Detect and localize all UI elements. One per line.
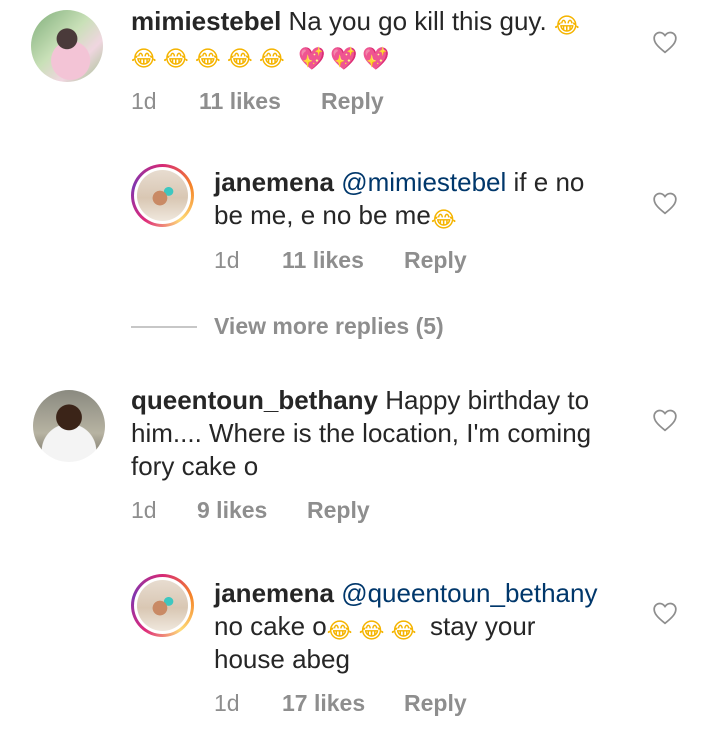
comment-body: queentoun_bethany Happy birthday to him.…: [131, 384, 641, 483]
sparkling-heart-emoji: 💖: [298, 46, 326, 71]
tears-of-joy-emoji: 😂: [163, 46, 189, 71]
tears-of-joy-emoji: 😂: [259, 46, 285, 71]
comment-body: janemena @queentoun_bethany no cake o😂 😂 😂…: [214, 577, 644, 676]
comment-time: 1d: [131, 88, 157, 114]
comment-meta: 1d 9 likes Reply: [131, 497, 431, 525]
comment-username[interactable]: mimiestebel: [131, 6, 281, 36]
comment-likes[interactable]: 9 likes: [197, 497, 267, 524]
comment-username[interactable]: queentoun_bethany: [131, 385, 378, 415]
avatar[interactable]: [131, 574, 194, 637]
comment-meta: 1d 11 likes Reply: [131, 88, 431, 116]
reply-button[interactable]: Reply: [404, 690, 467, 717]
tears-of-joy-emoji: 😂: [326, 618, 353, 643]
comment-text: if e no: [513, 167, 585, 197]
comment-text: Happy birthday to: [385, 385, 590, 415]
sparkling-heart-emoji: 💖: [330, 46, 358, 71]
reply-button[interactable]: Reply: [321, 88, 384, 115]
comment-text: stay your: [429, 611, 536, 641]
divider: [131, 326, 197, 328]
mention-link[interactable]: @mimiestebel: [341, 167, 506, 197]
comment-text: be me, e no be me: [214, 200, 431, 230]
comment-username[interactable]: janemena: [214, 578, 334, 608]
comment-likes[interactable]: 11 likes: [199, 88, 281, 115]
tears-of-joy-emoji: 😂: [390, 618, 417, 643]
sparkling-heart-emoji: 💖: [362, 46, 390, 71]
tears-of-joy-emoji: 😂: [553, 13, 580, 38]
comment-meta: 1d 17 likes Reply: [214, 690, 514, 718]
heart-outline-icon[interactable]: [652, 601, 678, 625]
avatar[interactable]: [131, 164, 194, 227]
comment-text: fory cake o: [131, 451, 259, 481]
reply-button[interactable]: Reply: [404, 247, 467, 274]
comment-username[interactable]: janemena: [214, 167, 334, 197]
comment-text: him.... Where is the location, I'm comin…: [131, 418, 592, 448]
mention-link[interactable]: @queentoun_bethany: [341, 578, 597, 608]
comment-text: Na you go kill this guy.: [288, 6, 547, 36]
comment-likes[interactable]: 17 likes: [282, 690, 365, 717]
tears-of-joy-emoji: 😂: [358, 618, 385, 643]
tears-of-joy-emoji: 😂: [430, 207, 457, 232]
view-more-replies[interactable]: View more replies (5): [131, 313, 720, 345]
view-more-replies-label[interactable]: View more replies (5): [214, 313, 444, 340]
comment-time: 1d: [214, 247, 240, 273]
comment-text: no cake o: [214, 611, 327, 641]
tears-of-joy-emoji: 😂: [131, 46, 157, 71]
heart-outline-icon[interactable]: [652, 408, 678, 432]
comment-body: janemena @mimiestebel if e no be me, e n…: [214, 166, 644, 232]
tears-of-joy-emoji: 😂: [195, 46, 221, 71]
avatar[interactable]: [33, 390, 105, 462]
comment-text: house abeg: [214, 644, 350, 674]
comment-time: 1d: [131, 497, 157, 523]
comment-likes[interactable]: 11 likes: [282, 247, 364, 274]
tears-of-joy-emoji: 😂: [227, 46, 253, 71]
reply-button[interactable]: Reply: [307, 497, 370, 524]
heart-outline-icon[interactable]: [652, 30, 678, 54]
avatar[interactable]: [31, 10, 103, 82]
heart-outline-icon[interactable]: [652, 191, 678, 215]
comment-body: mimiestebel Na you go kill this guy. 😂 😂…: [131, 5, 631, 71]
comment-time: 1d: [214, 690, 240, 716]
comment-meta: 1d 11 likes Reply: [214, 247, 514, 275]
